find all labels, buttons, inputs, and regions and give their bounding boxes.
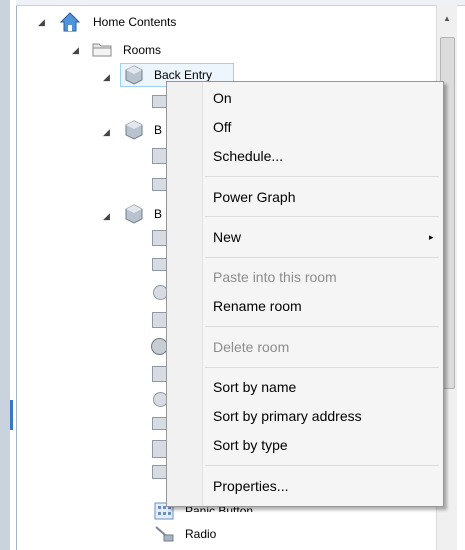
menu-item-properties[interactable]: Properties... <box>213 476 288 496</box>
menu-separator <box>205 176 439 177</box>
menu-item-sort-by-name[interactable]: Sort by name <box>213 377 296 397</box>
left-window-edge <box>0 0 10 550</box>
context-menu: On Off Schedule... Power Graph New ▸ Pas… <box>166 81 444 507</box>
menu-separator <box>205 216 439 217</box>
menu-item-off[interactable]: Off <box>213 117 231 137</box>
menu-item-new[interactable]: New <box>213 227 241 247</box>
room-icon <box>125 120 143 140</box>
scroll-up-arrow-icon[interactable]: ▲ <box>437 12 457 26</box>
menu-item-delete-room: Delete room <box>213 339 290 355</box>
menu-item-sort-by-primary-address[interactable]: Sort by primary address <box>213 406 362 426</box>
radio-icon <box>155 526 174 542</box>
tree-node-home-contents[interactable]: Home Contents <box>93 14 176 30</box>
tree-node-radio[interactable]: Radio <box>185 526 216 542</box>
menu-item-sort-by-type[interactable]: Sort by type <box>213 435 288 455</box>
menu-separator <box>205 465 439 466</box>
expand-arrow-icon[interactable]: ◢ <box>103 208 110 224</box>
expand-arrow-icon[interactable]: ◢ <box>72 42 79 58</box>
folder-icon <box>92 43 112 57</box>
left-edge-indicator <box>10 400 13 430</box>
expand-arrow-icon[interactable]: ◢ <box>103 69 110 85</box>
submenu-arrow-icon: ▸ <box>429 232 434 242</box>
menu-separator <box>205 326 439 327</box>
menu-item-on[interactable]: On <box>213 88 232 108</box>
tree-node-room-b[interactable]: B <box>154 122 162 138</box>
expand-arrow-icon[interactable]: ◢ <box>103 124 110 140</box>
menu-separator <box>205 367 439 368</box>
tree-top-border <box>16 0 465 6</box>
menu-icon-gutter <box>167 82 203 506</box>
room-icon <box>125 65 143 85</box>
tree-node-rooms[interactable]: Rooms <box>123 42 161 58</box>
room-icon <box>125 204 143 224</box>
menu-separator <box>205 257 439 258</box>
menu-item-schedule[interactable]: Schedule... <box>213 146 283 166</box>
expand-arrow-icon[interactable]: ◢ <box>38 14 45 30</box>
menu-item-paste-into-room: Paste into this room <box>213 269 337 285</box>
home-icon <box>60 12 80 32</box>
menu-item-rename-room[interactable]: Rename room <box>213 296 302 316</box>
menu-item-power-graph[interactable]: Power Graph <box>213 187 295 207</box>
tree-node-room-c[interactable]: B <box>154 206 162 222</box>
